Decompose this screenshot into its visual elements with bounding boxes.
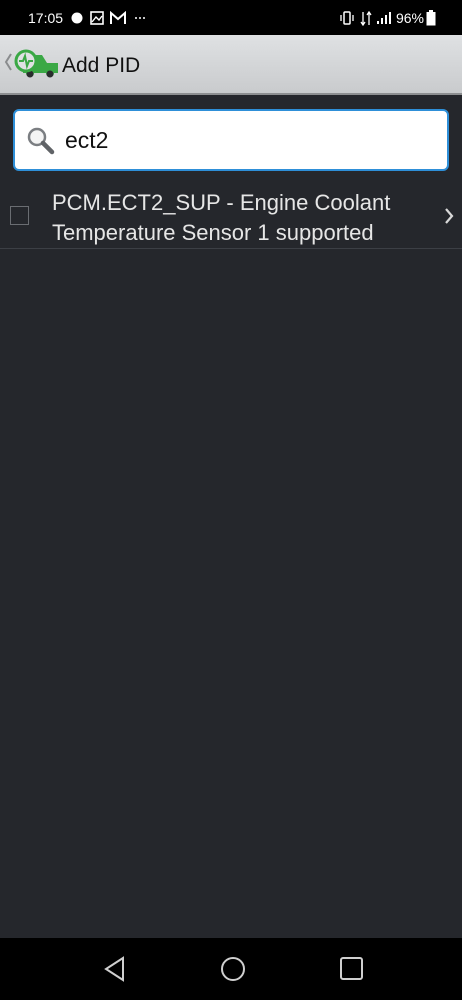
list-item[interactable]: PCM.ECT2_SUP - Engine Coolant Temperatur… — [0, 182, 462, 249]
back-icon[interactable] — [103, 956, 127, 982]
more-icon — [135, 17, 145, 19]
recents-icon[interactable] — [339, 956, 365, 982]
home-icon[interactable] — [220, 956, 246, 982]
search-box[interactable] — [13, 109, 449, 171]
status-bar: 17:05 96% — [0, 0, 462, 35]
battery-level: 96% — [395, 10, 424, 26]
back-chevron-icon[interactable] — [4, 53, 12, 71]
gmail-icon — [110, 11, 126, 24]
vibrate-icon — [340, 11, 354, 25]
page-title: Add PID — [62, 54, 141, 77]
battery-icon — [426, 10, 436, 26]
nav-bar — [0, 938, 462, 1000]
search-input[interactable] — [65, 121, 435, 159]
app-bar: Add PID — [0, 35, 462, 95]
cell-signal-icon — [377, 12, 391, 24]
results-list: PCM.ECT2_SUP - Engine Coolant Temperatur… — [0, 182, 462, 249]
search-icon — [27, 127, 55, 155]
gallery-icon — [90, 11, 104, 25]
signal-dot-icon — [71, 12, 83, 24]
app-logo-icon[interactable] — [14, 47, 60, 81]
chevron-right-icon[interactable] — [443, 207, 455, 225]
status-time: 17:05 — [28, 10, 64, 26]
data-icon — [360, 11, 372, 26]
item-checkbox[interactable] — [10, 206, 29, 225]
item-label: PCM.ECT2_SUP - Engine Coolant Temperatur… — [52, 190, 391, 245]
